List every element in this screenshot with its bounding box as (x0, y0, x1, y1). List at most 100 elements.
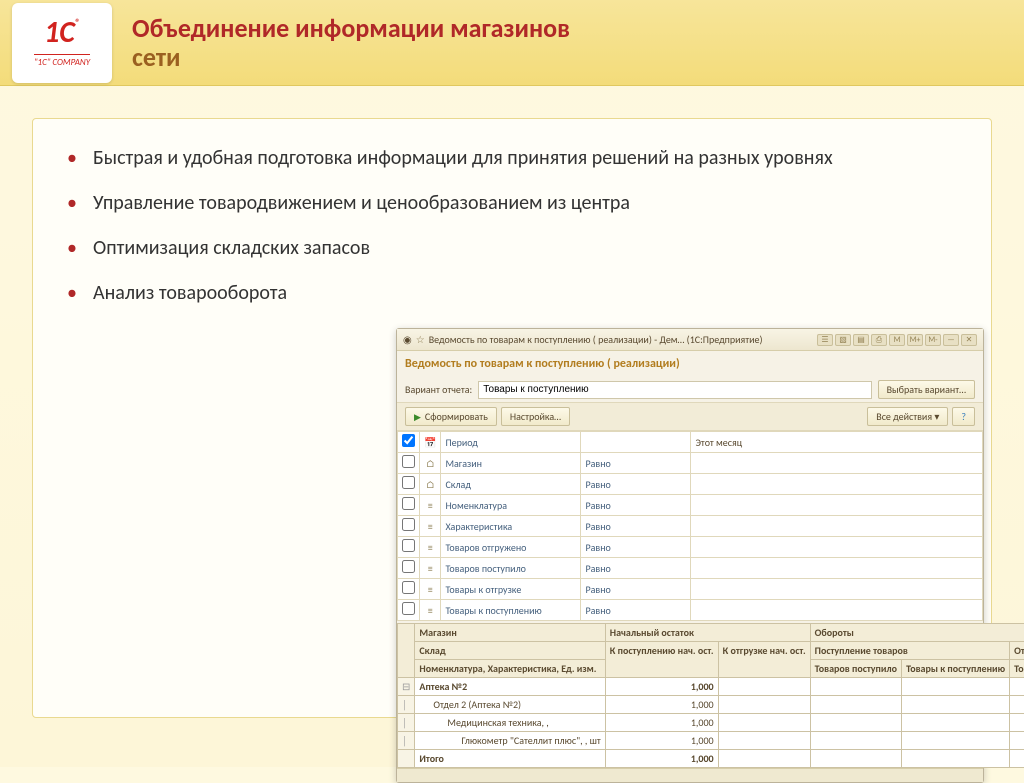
filter-checkbox[interactable] (402, 539, 415, 552)
filter-icon: ⌂ (420, 474, 441, 495)
filter-row[interactable]: ≡Товары к отгрузкеРавно (398, 579, 983, 600)
filter-row[interactable]: ≡Товаров отгруженоРавно (398, 537, 983, 558)
filter-condition: Равно (581, 600, 691, 621)
window-titlebar: ◉ ☆ Ведомость по товарам к поступлению (… (397, 329, 983, 351)
window-title-text: Ведомость по товарам к поступлению ( реа… (429, 333, 813, 346)
filter-checkbox[interactable] (402, 602, 415, 615)
filter-checkbox[interactable] (402, 518, 415, 531)
filter-row[interactable]: ≡НоменклатураРавно (398, 495, 983, 516)
filter-checkbox[interactable] (402, 434, 415, 447)
filter-name: Товары к поступлению (441, 600, 581, 621)
filter-value (691, 453, 983, 474)
slide-header: 1С® "1C" COMPANY Объединение информации … (0, 0, 1024, 86)
table-row: │Глюкометр "Сателлит плюс", , шт1,000 (398, 732, 1024, 750)
filter-value (691, 516, 983, 537)
embedded-app-window: ◉ ☆ Ведомость по товарам к поступлению (… (396, 328, 984, 783)
filter-row[interactable]: ⌂СкладРавно (398, 474, 983, 495)
tree-toggle[interactable]: │ (398, 696, 415, 714)
row-name: Аптека №2 (415, 678, 605, 696)
row-name: Отдел 2 (Аптека №2) (415, 696, 605, 714)
titlebar-btn[interactable]: ⎙ (871, 334, 887, 346)
filter-icon: ⌂ (420, 453, 441, 474)
filter-value (691, 537, 983, 558)
filter-condition: Равно (581, 495, 691, 516)
tree-toggle[interactable] (398, 750, 415, 768)
minimize-icon[interactable]: — (943, 334, 959, 346)
help-button[interactable]: ? (952, 407, 975, 426)
tree-toggle[interactable]: │ (398, 714, 415, 732)
row-value: 1,000 (605, 678, 718, 696)
filter-checkbox[interactable] (402, 455, 415, 468)
filter-value (691, 558, 983, 579)
filter-icon: ≡ (420, 558, 441, 579)
logo: 1С® "1C" COMPANY (12, 3, 112, 83)
filter-name: Характеристика (441, 516, 581, 537)
filter-condition: Равно (581, 537, 691, 558)
logo-company: "1C" COMPANY (34, 54, 90, 68)
filter-icon: ≡ (420, 537, 441, 558)
filter-name: Товаров поступило (441, 558, 581, 579)
row-name: Медицинская техника, , (415, 714, 605, 732)
filter-name: Номенклатура (441, 495, 581, 516)
app-icon: ◉ (403, 333, 412, 346)
filter-checkbox[interactable] (402, 497, 415, 510)
filter-condition: Равно (581, 453, 691, 474)
bullet-item: Быстрая и удобная подготовка информации … (65, 145, 959, 172)
row-name: Итого (415, 750, 605, 768)
filter-condition (581, 432, 691, 453)
filter-condition: Равно (581, 558, 691, 579)
table-row: │Отдел 2 (Аптека №2)1,000 (398, 696, 1024, 714)
filter-name: Товаров отгружено (441, 537, 581, 558)
table-row: Итого1,000 (398, 750, 1024, 768)
filter-name: Период (441, 432, 581, 453)
filter-name: Магазин (441, 453, 581, 474)
all-actions-button[interactable]: Все действия ▾ (867, 407, 948, 426)
titlebar-btn[interactable]: ▧ (835, 334, 851, 346)
row-value: 1,000 (605, 714, 718, 732)
tree-toggle[interactable]: ⊟ (398, 678, 415, 696)
filter-icon: ≡ (420, 495, 441, 516)
row-value: 1,000 (605, 696, 718, 714)
settings-button[interactable]: Настройка… (501, 407, 570, 426)
filter-value (691, 495, 983, 516)
choose-variant-button[interactable]: Выбрать вариант… (878, 380, 975, 399)
title-sub: сети (132, 43, 570, 72)
filter-value (691, 579, 983, 600)
report-title: Ведомость по товарам к поступлению ( реа… (397, 351, 983, 377)
titlebar-btn-mplus[interactable]: M+ (907, 334, 923, 346)
filter-condition: Равно (581, 516, 691, 537)
filter-checkbox[interactable] (402, 560, 415, 573)
filter-condition: Равно (581, 474, 691, 495)
filter-icon: ≡ (420, 579, 441, 600)
titlebar-btn[interactable]: ▤ (853, 334, 869, 346)
report-toolbar: Сформировать Настройка… Все действия ▾ ? (397, 402, 983, 431)
report-table: Магазин Начальный остаток Обороты К Скла… (397, 623, 1024, 768)
filter-row[interactable]: ≡Товары к поступлениюРавно (398, 600, 983, 621)
filter-checkbox[interactable] (402, 476, 415, 489)
slide-title: Объединение информации магазинов сети (132, 14, 570, 71)
filter-icon: ≡ (420, 516, 441, 537)
titlebar-btn[interactable]: ☰ (817, 334, 833, 346)
bullet-item: Оптимизация складских запасов (65, 235, 959, 262)
table-row: ⊟Аптека №21,000 (398, 678, 1024, 696)
filter-name: Склад (441, 474, 581, 495)
logo-text: 1С® (44, 18, 80, 48)
filters-table: 📅ПериодЭтот месяц⌂МагазинРавно⌂СкладРавн… (397, 431, 983, 621)
filter-checkbox[interactable] (402, 581, 415, 594)
filter-row[interactable]: ⌂МагазинРавно (398, 453, 983, 474)
close-icon[interactable]: ✕ (961, 334, 977, 346)
filter-value (691, 474, 983, 495)
filter-row[interactable]: ≡Товаров поступилоРавно (398, 558, 983, 579)
filter-icon: ≡ (420, 600, 441, 621)
tree-toggle[interactable]: │ (398, 732, 415, 750)
titlebar-btn-mminus[interactable]: M- (925, 334, 941, 346)
row-value: 1,000 (605, 732, 718, 750)
filter-row[interactable]: 📅ПериодЭтот месяц (398, 432, 983, 453)
bullet-item: Анализ товарооборота (65, 280, 959, 307)
variant-input[interactable] (478, 381, 871, 399)
filter-row[interactable]: ≡ХарактеристикаРавно (398, 516, 983, 537)
variant-label: Вариант отчета: (405, 383, 472, 396)
generate-button[interactable]: Сформировать (405, 407, 497, 426)
titlebar-btn-m[interactable]: M (889, 334, 905, 346)
filter-icon: 📅 (420, 432, 441, 453)
